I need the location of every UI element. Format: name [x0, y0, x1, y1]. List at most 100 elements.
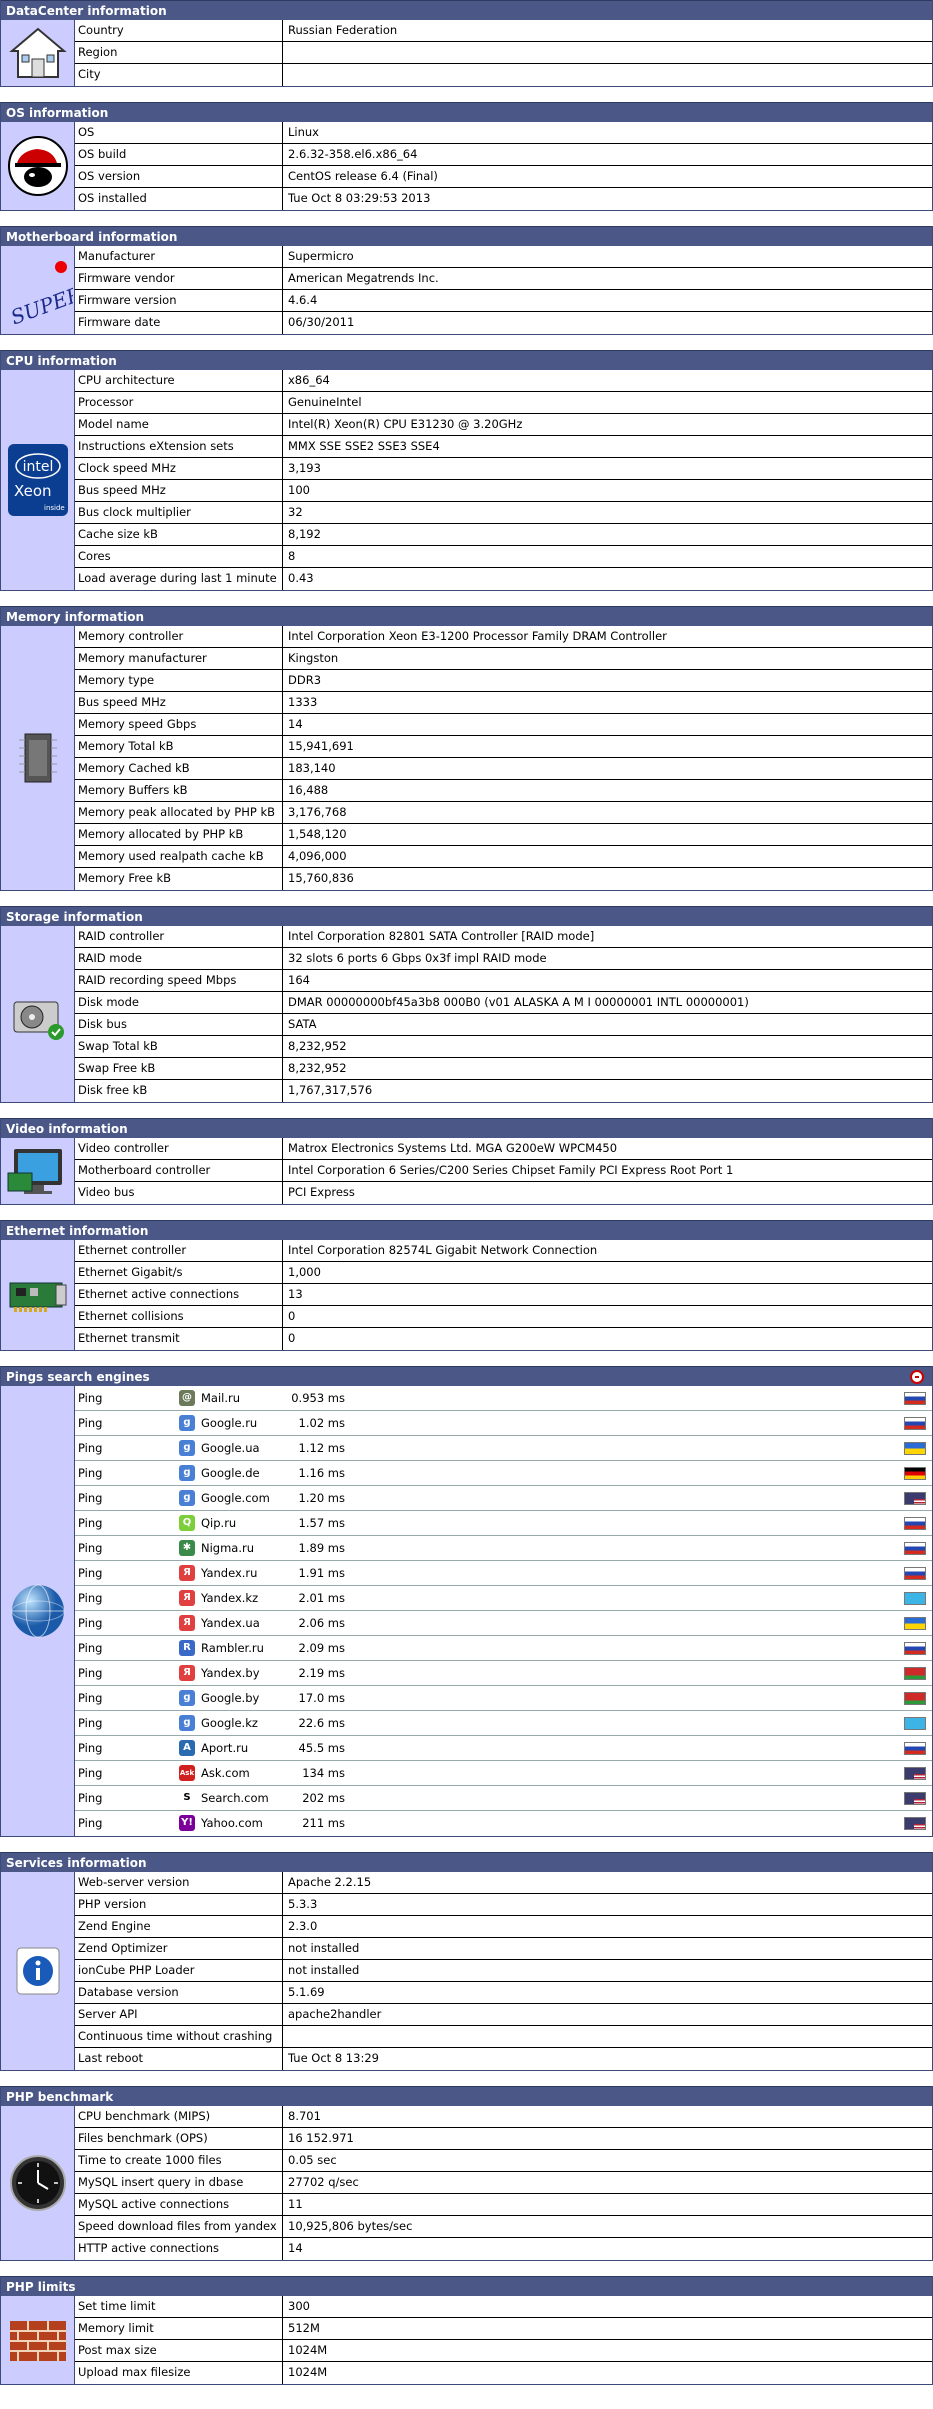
- row-value: Matrox Electronics Systems Ltd. MGA G200…: [288, 1141, 618, 1155]
- row-label: Bus clock multiplier: [75, 502, 283, 523]
- row-value: Tue Oct 8 13:29: [288, 2051, 379, 2065]
- google-icon: g: [179, 1490, 195, 1506]
- row-value: 8,232,952: [288, 1039, 347, 1053]
- table-row: Memory controller Intel Corporation Xeon …: [75, 626, 932, 648]
- section-title: Video information: [1, 1118, 932, 1138]
- row-label: OS installed: [75, 188, 283, 210]
- row-label: Server API: [75, 2004, 283, 2025]
- row-value: 8.701: [288, 2109, 321, 2123]
- engine-name[interactable]: Qip.ru: [201, 1511, 273, 1535]
- table-row: Clock speed MHz 3,193: [75, 458, 932, 480]
- table-row: Memory used realpath cache kB 4,096,000: [75, 846, 932, 868]
- ping-row: Ping Я Yandex.ua 2.06 ms: [75, 1611, 932, 1636]
- row-value: CentOS release 6.4 (Final): [288, 169, 438, 183]
- engine-name[interactable]: Aport.ru: [201, 1736, 273, 1760]
- section-title: OS information: [1, 102, 932, 122]
- qip-icon: Q: [179, 1515, 195, 1531]
- ping-label: Ping: [78, 1391, 103, 1405]
- row-label: Swap Free kB: [75, 1058, 283, 1079]
- engine-name[interactable]: Yahoo.com: [201, 1811, 273, 1836]
- engine-name[interactable]: Rambler.ru: [201, 1636, 273, 1660]
- row-label: Ethernet Gigabit/s: [75, 1262, 283, 1283]
- row-value: 5.1.69: [288, 1985, 325, 1999]
- table-row: Database version 5.1.69: [75, 1982, 932, 2004]
- monitor-icon: [1, 1138, 75, 1204]
- table-row: Bus speed MHz 1333: [75, 692, 932, 714]
- table-row: PHP version 5.3.3: [75, 1894, 932, 1916]
- row-value: Intel Corporation 6 Series/C200 Series C…: [288, 1163, 734, 1177]
- row-label: Swap Total kB: [75, 1036, 283, 1057]
- row-label: Memory Buffers kB: [75, 780, 283, 801]
- table-row: Load average during last 1 minute 0.43: [75, 568, 932, 590]
- table-row: Swap Total kB 8,232,952: [75, 1036, 932, 1058]
- table-row: Video bus PCI Express: [75, 1182, 932, 1204]
- row-label: Set time limit: [75, 2296, 283, 2317]
- engine-name[interactable]: Nigma.ru: [201, 1536, 273, 1560]
- ping-row: Ping g Google.de 1.16 ms: [75, 1461, 932, 1486]
- row-label: Post max size: [75, 2340, 283, 2361]
- table-row: Instructions eXtension sets MMX SSE SSE2 …: [75, 436, 932, 458]
- network-card-icon: [1, 1240, 75, 1350]
- ping-time: 0.953 ms: [291, 1391, 345, 1405]
- row-value: 0.05 sec: [288, 2153, 337, 2167]
- stop-icon[interactable]: [910, 1370, 924, 1384]
- row-value: apache2handler: [288, 2007, 382, 2021]
- row-value: 1,767,317,576: [288, 1083, 373, 1097]
- row-label: ionCube PHP Loader: [75, 1960, 283, 1981]
- engine-name[interactable]: Mail.ru: [201, 1386, 273, 1410]
- table-row: Ethernet Gigabit/s 1,000: [75, 1262, 932, 1284]
- row-value: 4,096,000: [288, 849, 347, 863]
- section-title: Pings search engines: [1, 1366, 932, 1386]
- table-row: Zend Optimizer not installed: [75, 1938, 932, 1960]
- ping-time: 1.02 ms: [298, 1416, 345, 1430]
- row-label: Files benchmark (OPS): [75, 2128, 283, 2149]
- row-label: Video controller: [75, 1138, 283, 1159]
- ping-label: Ping: [78, 1716, 103, 1730]
- row-label: Processor: [75, 392, 283, 413]
- row-value: not installed: [288, 1963, 360, 1977]
- row-label: CPU architecture: [75, 370, 283, 391]
- table-row: Upload max filesize 1024M: [75, 2362, 932, 2384]
- row-label: Cache size kB: [75, 524, 283, 545]
- table-row: Model name Intel(R) Xeon(R) CPU E31230 @ …: [75, 414, 932, 436]
- hard-drive-icon: [1, 926, 75, 1102]
- row-label: Continuous time without crashing: [75, 2026, 283, 2047]
- ping-label: Ping: [78, 1541, 103, 1555]
- aport-icon: A: [179, 1740, 195, 1756]
- engine-name[interactable]: Yandex.ua: [201, 1611, 273, 1635]
- ping-label: Ping: [78, 1416, 103, 1430]
- engine-name[interactable]: Yandex.ru: [201, 1561, 273, 1585]
- row-value: PCI Express: [288, 1185, 355, 1199]
- row-label: OS: [75, 122, 283, 143]
- logo-inside: inside: [44, 504, 65, 512]
- table-row: RAID controller Intel Corporation 82801 S…: [75, 926, 932, 948]
- table-row: OS installed Tue Oct 8 03:29:53 2013: [75, 188, 932, 210]
- table-row: Files benchmark (OPS) 16 152.971: [75, 2128, 932, 2150]
- row-value: SATA: [288, 1017, 317, 1031]
- engine-name[interactable]: Google.com: [201, 1486, 273, 1510]
- engine-name[interactable]: Yandex.kz: [201, 1586, 273, 1610]
- table-row: MySQL active connections 11: [75, 2194, 932, 2216]
- logo-sub: Xeon: [14, 482, 52, 500]
- engine-name[interactable]: Google.de: [201, 1461, 273, 1485]
- engine-name[interactable]: Google.ua: [201, 1436, 273, 1460]
- engine-name[interactable]: Yandex.by: [201, 1661, 273, 1685]
- row-label: Memory used realpath cache kB: [75, 846, 283, 867]
- engine-name[interactable]: Search.com: [201, 1786, 273, 1810]
- engine-name[interactable]: Google.kz: [201, 1711, 273, 1735]
- flag-kz-icon: [904, 1592, 926, 1605]
- ping-row: Ping Я Yandex.by 2.19 ms: [75, 1661, 932, 1686]
- flag-us-icon: [904, 1792, 926, 1805]
- yandex-icon: Я: [179, 1590, 195, 1606]
- storage-section: Storage information RAID controller Intel…: [0, 906, 933, 1103]
- row-label: OS version: [75, 166, 283, 187]
- engine-name[interactable]: Google.by: [201, 1686, 273, 1710]
- row-label: PHP version: [75, 1894, 283, 1915]
- ping-time: 2.06 ms: [298, 1616, 345, 1630]
- table-row: Country Russian Federation: [75, 20, 932, 42]
- engine-name[interactable]: Ask.com: [201, 1761, 273, 1785]
- engine-name[interactable]: Google.ru: [201, 1411, 273, 1435]
- ping-label: Ping: [78, 1566, 103, 1580]
- row-value: 183,140: [288, 761, 336, 775]
- row-value: 10,925,806 bytes/sec: [288, 2219, 413, 2233]
